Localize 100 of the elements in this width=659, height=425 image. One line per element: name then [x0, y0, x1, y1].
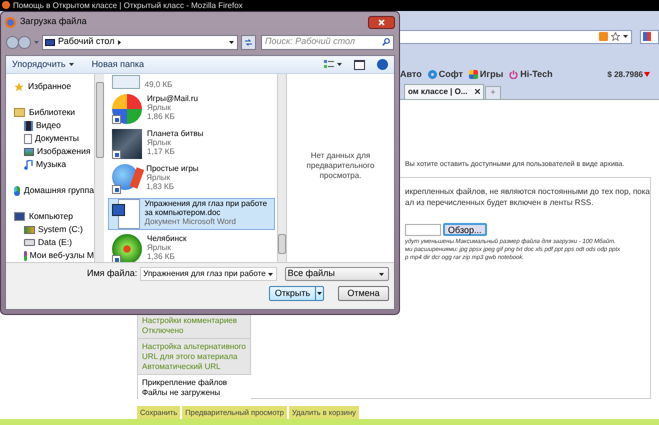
file-type: Документ Microsoft Word	[144, 217, 237, 226]
caret-icon	[337, 63, 342, 66]
bookmark-link[interactable]: Софт	[428, 68, 463, 82]
preview-pane-icon[interactable]	[354, 60, 365, 70]
caret-icon[interactable]	[229, 40, 234, 44]
document-icon	[112, 75, 140, 89]
ring-icon	[428, 70, 437, 80]
file-item[interactable]: 49,0 КБ	[108, 74, 275, 90]
file-item[interactable]: Упражнения для глаз при работе за компьютером.doc Документ Microsoft Word	[108, 198, 275, 230]
view-button[interactable]	[324, 60, 342, 69]
browse-button[interactable]: Обзор...	[443, 223, 486, 236]
back-button[interactable]	[6, 36, 19, 48]
scrollbar[interactable]	[277, 74, 287, 262]
file-name: Планета битвы	[147, 129, 204, 138]
film-icon	[24, 120, 33, 130]
nav-item[interactable]: Компьютер	[14, 210, 94, 223]
file-size: 49,0 КБ	[144, 80, 174, 89]
picture-icon	[24, 148, 34, 156]
caret-icon	[268, 272, 273, 276]
new-tab-button[interactable]: +	[485, 86, 501, 99]
nav-item[interactable]: System (C:)	[14, 223, 94, 236]
refresh-button[interactable]	[241, 34, 256, 50]
info-text: икрепленных файлов, не являются постоянными до тех пор, пока	[405, 186, 650, 198]
music-note-icon	[24, 160, 33, 170]
scrollbar[interactable]	[94, 74, 104, 262]
file-type: Ярлык	[147, 103, 172, 112]
file-type-select[interactable]: Все файлы	[284, 267, 389, 281]
file-item[interactable]: Планета битвы Ярлык 1,17 КБ	[108, 128, 275, 160]
bookmark-link[interactable]: Авто	[400, 68, 422, 82]
nav-item[interactable]: Data (E:)	[14, 236, 94, 249]
word-document-icon	[112, 199, 140, 229]
firefox-icon	[2, 1, 10, 10]
file-size: 1,36 КБ	[147, 252, 176, 261]
nav-item[interactable]: Домашняя группа	[14, 184, 94, 197]
power-icon	[509, 70, 518, 80]
search-field[interactable]: Поиск: Рабочий стол	[261, 34, 394, 50]
file-size: 1,86 КБ	[147, 112, 176, 121]
nav-item[interactable]: Библиотеки	[14, 106, 94, 119]
settings-value: Автоматический URL	[142, 362, 222, 372]
chevron-icon	[118, 40, 120, 44]
file-name: Игры@Mail.ru	[147, 94, 199, 103]
file-size: 1,83 КБ	[146, 182, 175, 191]
file-name: Упражнения для глаз при работе за компьютером.doc	[144, 199, 268, 217]
nav-item[interactable]: Музыка	[14, 158, 94, 171]
nav-item[interactable]: Мои веб-узлы M	[14, 249, 94, 262]
organize-button[interactable]: Упорядочить	[12, 58, 74, 72]
file-name: Простые игры	[146, 164, 200, 173]
nav-item[interactable]: Избранное	[14, 80, 94, 93]
file-type: Ярлык	[147, 138, 172, 147]
nav-item[interactable]: Видео	[14, 119, 94, 132]
caret-icon	[317, 292, 322, 295]
new-folder-button[interactable]: Новая папка	[92, 58, 144, 72]
file-item[interactable]: Челябинск Ярлык 1,36 КБ	[108, 233, 275, 262]
filename-label: Имя файла:	[87, 267, 138, 280]
forward-button[interactable]	[18, 36, 31, 48]
close-button[interactable]	[368, 16, 395, 28]
document-icon	[24, 134, 32, 144]
star-icon	[14, 82, 24, 92]
dialog-title: Загрузка файла	[20, 15, 87, 28]
desktop-icon	[45, 38, 55, 46]
file-item[interactable]: Игры@Mail.ru Ярлык 1,86 КБ	[108, 93, 275, 125]
folder-icon	[14, 108, 25, 117]
star-icon[interactable]	[611, 32, 620, 42]
file-size: 1,17 КБ	[147, 147, 176, 156]
firefox-icon	[5, 16, 16, 28]
address-field[interactable]	[398, 30, 632, 44]
settings-title: Настройки комментариев	[142, 316, 238, 326]
browser-tab[interactable]: ом классе | О...	[404, 84, 484, 99]
caret-icon	[68, 63, 74, 66]
close-icon	[378, 18, 385, 26]
file-type: Ярлык	[146, 173, 172, 182]
settings-value: Отключено	[142, 326, 184, 336]
file-item[interactable]: Простые игры Ярлык 1,83 КБ	[108, 163, 275, 195]
search-engine-button[interactable]	[640, 30, 659, 44]
bookmark-link[interactable]: Hi-Tech	[509, 68, 553, 82]
down-triangle-icon	[644, 72, 650, 78]
nav-item[interactable]: Документы	[14, 132, 94, 145]
tiles-icon	[468, 70, 478, 80]
view-list-icon	[324, 60, 334, 69]
bookmark-link[interactable]: Игры	[468, 68, 504, 82]
file-path-field[interactable]	[405, 224, 441, 236]
window-title: Помощь в Открытом классе | Открытый класс - Mozilla Firefox	[13, 0, 243, 10]
location-field[interactable]: Рабочий стол	[42, 34, 238, 50]
info-text: ал из перечисленных будет включен в ленты RSS.	[405, 197, 594, 208]
refresh-icon	[244, 38, 253, 46]
search-icon	[382, 38, 390, 46]
close-icon[interactable]	[475, 89, 480, 94]
game-shortcut-icon	[112, 129, 142, 159]
globe-shortcut-icon	[112, 234, 142, 262]
open-options-button[interactable]	[316, 286, 324, 301]
settings-title: Настройка альтернативного URL для этого материала	[142, 342, 246, 362]
open-button[interactable]: Открыть	[269, 286, 316, 301]
cancel-button[interactable]: Отмена	[338, 286, 389, 301]
game-shortcut-icon	[112, 94, 142, 124]
drive-icon	[24, 226, 35, 234]
filename-field[interactable]: Упражнения для глаз при работе	[140, 267, 277, 281]
caret-icon[interactable]	[623, 35, 628, 38]
nav-item[interactable]: Изображения	[14, 145, 94, 158]
help-icon[interactable]	[377, 59, 388, 70]
preview-message: Нет данных для предварительного просмотра.	[306, 151, 376, 182]
